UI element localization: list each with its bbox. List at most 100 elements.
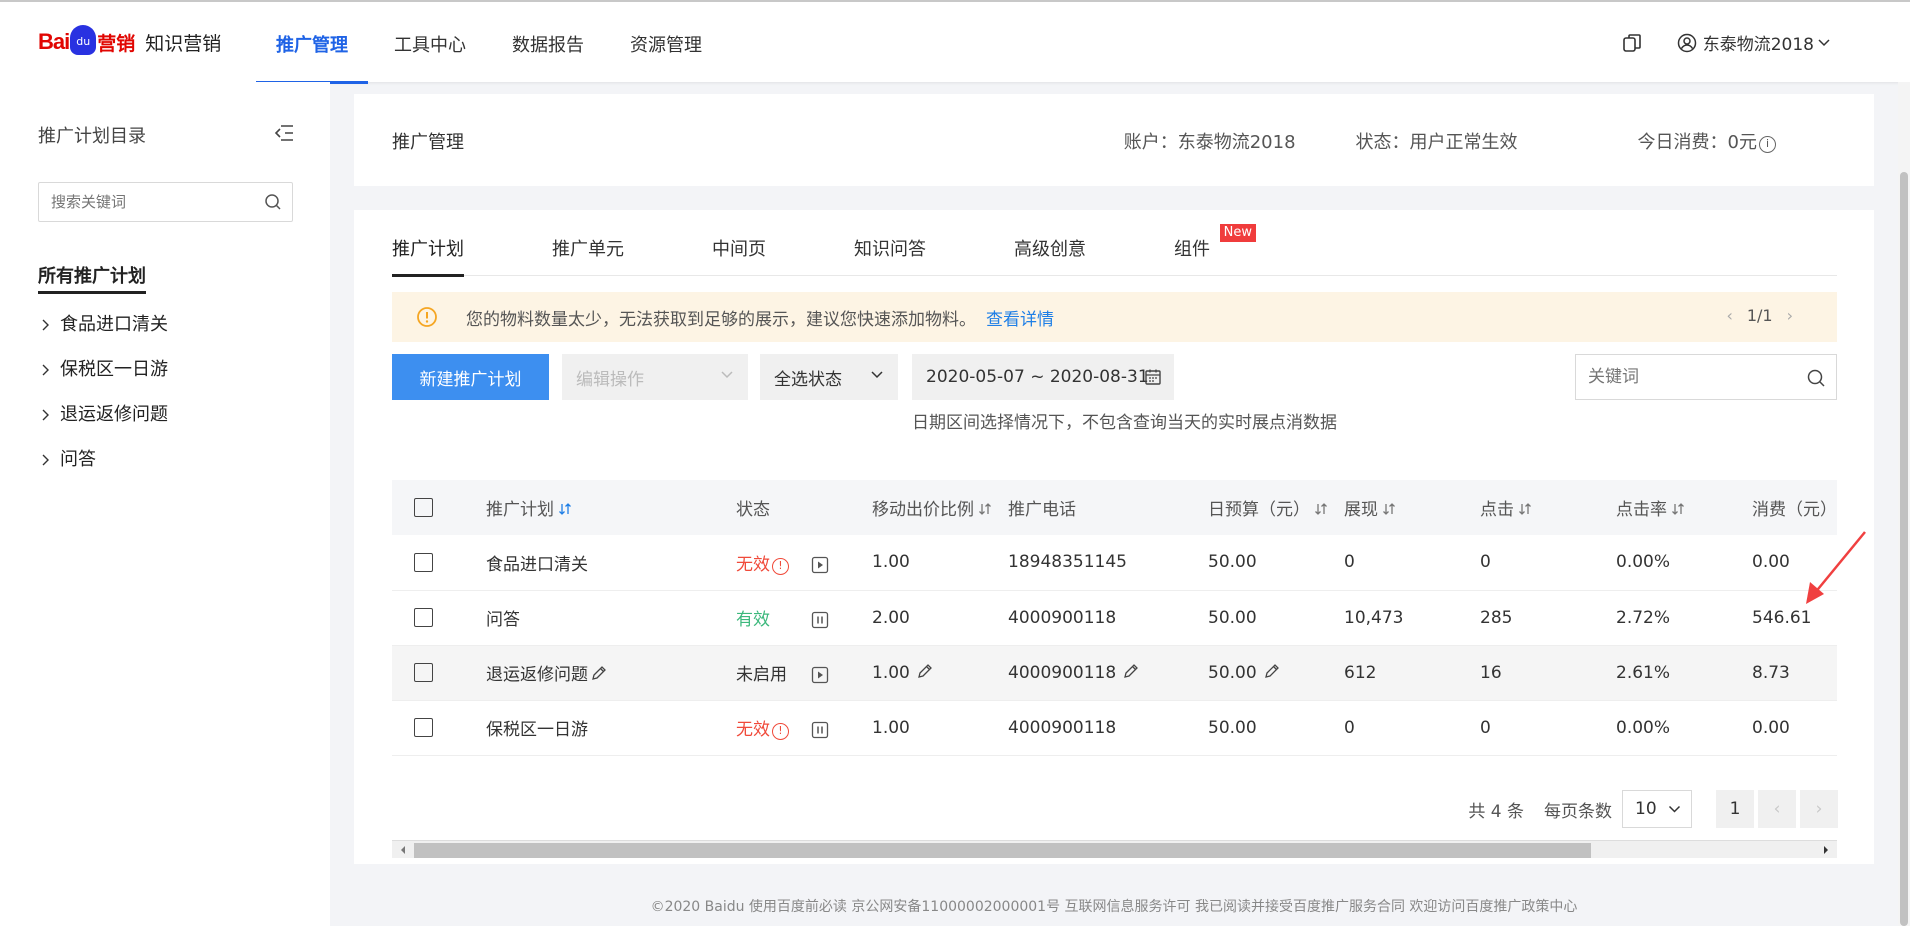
horizontal-scrollbar[interactable] xyxy=(392,840,1837,858)
tab-unit[interactable]: 推广单元 xyxy=(552,234,624,276)
plan-name[interactable]: 问答 xyxy=(486,590,736,645)
nav-data-report[interactable]: 数据报告 xyxy=(492,2,604,84)
play-icon[interactable] xyxy=(811,666,829,684)
row-checkbox[interactable] xyxy=(414,608,433,627)
tab-component[interactable]: 组件 New xyxy=(1174,224,1256,276)
ctr: 2.72% xyxy=(1616,607,1671,628)
nav-tool-center[interactable]: 工具中心 xyxy=(374,2,486,84)
row-checkbox[interactable] xyxy=(414,718,433,737)
sidebar-title: 推广计划目录 xyxy=(38,126,146,147)
edit-icon[interactable] xyxy=(590,665,607,682)
chevron-right-icon[interactable] xyxy=(40,319,50,331)
play-icon[interactable] xyxy=(811,556,829,574)
plan-name[interactable]: 保税区一日游 xyxy=(486,700,736,755)
plan-name: 退运返修问题 xyxy=(486,665,588,685)
nav-promotion-management[interactable]: 推广管理 xyxy=(256,2,368,84)
select-all-checkbox[interactable] xyxy=(414,498,433,517)
tab-advanced-creative[interactable]: 高级创意 xyxy=(1014,234,1086,276)
search-icon[interactable] xyxy=(264,193,282,211)
vertical-scrollbar[interactable] xyxy=(1898,82,1910,926)
tree-item[interactable]: 退运返修问题 xyxy=(40,392,168,437)
tree-item[interactable]: 保税区一日游 xyxy=(40,347,168,392)
clicks: 16 xyxy=(1480,662,1502,683)
sort-icon[interactable] xyxy=(978,502,992,516)
next-page-button[interactable]: › xyxy=(1800,790,1838,828)
sidebar-search xyxy=(38,182,293,222)
scroll-left-icon[interactable] xyxy=(398,844,408,856)
mobile-ratio: 2.00 xyxy=(872,607,910,628)
tab-plan[interactable]: 推广计划 xyxy=(392,234,464,277)
pause-icon[interactable] xyxy=(811,721,829,739)
nav-resource-management[interactable]: 资源管理 xyxy=(610,2,722,84)
tree-item-label: 问答 xyxy=(60,449,96,470)
phone-cell: 4000900118 xyxy=(1008,645,1208,700)
chevron-right-icon[interactable] xyxy=(40,364,50,376)
pause-icon[interactable] xyxy=(811,611,829,629)
cost: 0.00 xyxy=(1752,717,1790,738)
top-bar: Bai du 营销 知识营销 推广管理 工具中心 数据报告 资源管理 东泰物流2… xyxy=(0,0,1910,84)
tree-item[interactable]: 食品进口清关 xyxy=(40,302,168,347)
prev-page-button[interactable]: ‹ xyxy=(1758,790,1796,828)
notice-bar: 您的物料数量太少，无法获取到足够的展示，建议您快速添加物料。 查看详情 ‹ 1/… xyxy=(392,292,1837,342)
mobile-ratio-cell: 1.00 xyxy=(872,645,1008,700)
baidu-logo[interactable]: Bai du 营销 知识营销 xyxy=(38,20,221,64)
col-mobile-ratio[interactable]: 移动出价比例 xyxy=(872,480,1008,535)
info-icon[interactable]: i xyxy=(1759,136,1776,153)
account-menu[interactable]: 东泰物流2018 xyxy=(1703,30,1814,55)
tab-middle-page[interactable]: 中间页 xyxy=(712,234,766,276)
status-filter-label: 全选状态 xyxy=(774,369,842,390)
chevron-down-icon xyxy=(1818,38,1830,46)
tree-item[interactable]: 问答 xyxy=(40,437,168,482)
chevron-right-icon[interactable] xyxy=(40,454,50,466)
alert-icon[interactable]: ! xyxy=(772,557,789,575)
date-hint-text: 日期区间选择情况下，不包含查询当天的实时展点消数据 xyxy=(912,413,1337,433)
alert-icon[interactable]: ! xyxy=(772,723,789,740)
col-budget[interactable]: 日预算（元） xyxy=(1208,480,1344,535)
chevron-right-icon[interactable] xyxy=(40,409,50,421)
edit-icon[interactable] xyxy=(1263,663,1280,680)
col-phone: 推广电话 xyxy=(1008,500,1076,520)
clicks: 0 xyxy=(1480,717,1491,738)
col-plan-name[interactable]: 推广计划 xyxy=(486,480,736,535)
sort-icon[interactable] xyxy=(1518,502,1532,516)
col-clicks[interactable]: 点击 xyxy=(1480,480,1616,535)
notice-detail-link[interactable]: 查看详情 xyxy=(986,305,1054,330)
status-filter-select[interactable]: 全选状态 xyxy=(760,354,898,400)
budget-cell: 50.00 xyxy=(1208,645,1344,700)
sort-icon[interactable] xyxy=(558,502,572,516)
sort-icon[interactable] xyxy=(1314,502,1328,516)
all-plans-link[interactable]: 所有推广计划 xyxy=(38,262,146,294)
edit-operation-select[interactable]: 编辑操作 xyxy=(562,354,748,400)
row-checkbox[interactable] xyxy=(414,663,433,682)
page-number-button[interactable]: 1 xyxy=(1716,790,1754,828)
collapse-sidebar-icon[interactable] xyxy=(274,124,294,142)
keyword-search xyxy=(1575,354,1837,400)
per-page-select[interactable]: 10 xyxy=(1622,790,1692,828)
tab-knowledge-qa[interactable]: 知识问答 xyxy=(854,234,926,276)
scroll-right-icon[interactable] xyxy=(1821,844,1831,856)
vertical-scroll-thumb[interactable] xyxy=(1900,172,1908,926)
new-plan-button[interactable]: 新建推广计划 xyxy=(392,354,549,400)
edit-icon[interactable] xyxy=(1122,663,1139,680)
keyword-input[interactable] xyxy=(1576,355,1786,399)
notice-text: 您的物料数量太少，无法获取到足够的展示，建议您快速添加物料。 xyxy=(466,309,976,330)
col-ctr[interactable]: 点击率 xyxy=(1616,480,1752,535)
chevron-right-icon[interactable]: › xyxy=(1787,306,1793,325)
row-checkbox[interactable] xyxy=(414,552,433,572)
copy-icon[interactable] xyxy=(1621,32,1643,54)
plan-name-cell[interactable]: 退运返修问题 xyxy=(486,645,736,700)
sort-icon[interactable] xyxy=(1382,502,1396,516)
date-range-picker[interactable]: 2020-05-07 ~ 2020-08-31 xyxy=(912,354,1174,400)
sidebar-search-input[interactable] xyxy=(39,183,249,221)
status-text: 未启用 xyxy=(736,665,787,685)
scroll-thumb[interactable] xyxy=(414,843,1591,858)
phone: 4000900118 xyxy=(1008,607,1117,628)
edit-icon[interactable] xyxy=(916,663,933,680)
col-impressions[interactable]: 展现 xyxy=(1344,480,1480,535)
search-icon[interactable] xyxy=(1806,368,1826,388)
date-range-value: 2020-05-07 ~ 2020-08-31 xyxy=(926,367,1149,387)
sort-icon[interactable] xyxy=(1671,502,1685,516)
page-title: 推广管理 xyxy=(392,132,464,153)
chevron-left-icon[interactable]: ‹ xyxy=(1726,306,1732,325)
plan-name[interactable]: 食品进口清关 xyxy=(486,535,736,590)
